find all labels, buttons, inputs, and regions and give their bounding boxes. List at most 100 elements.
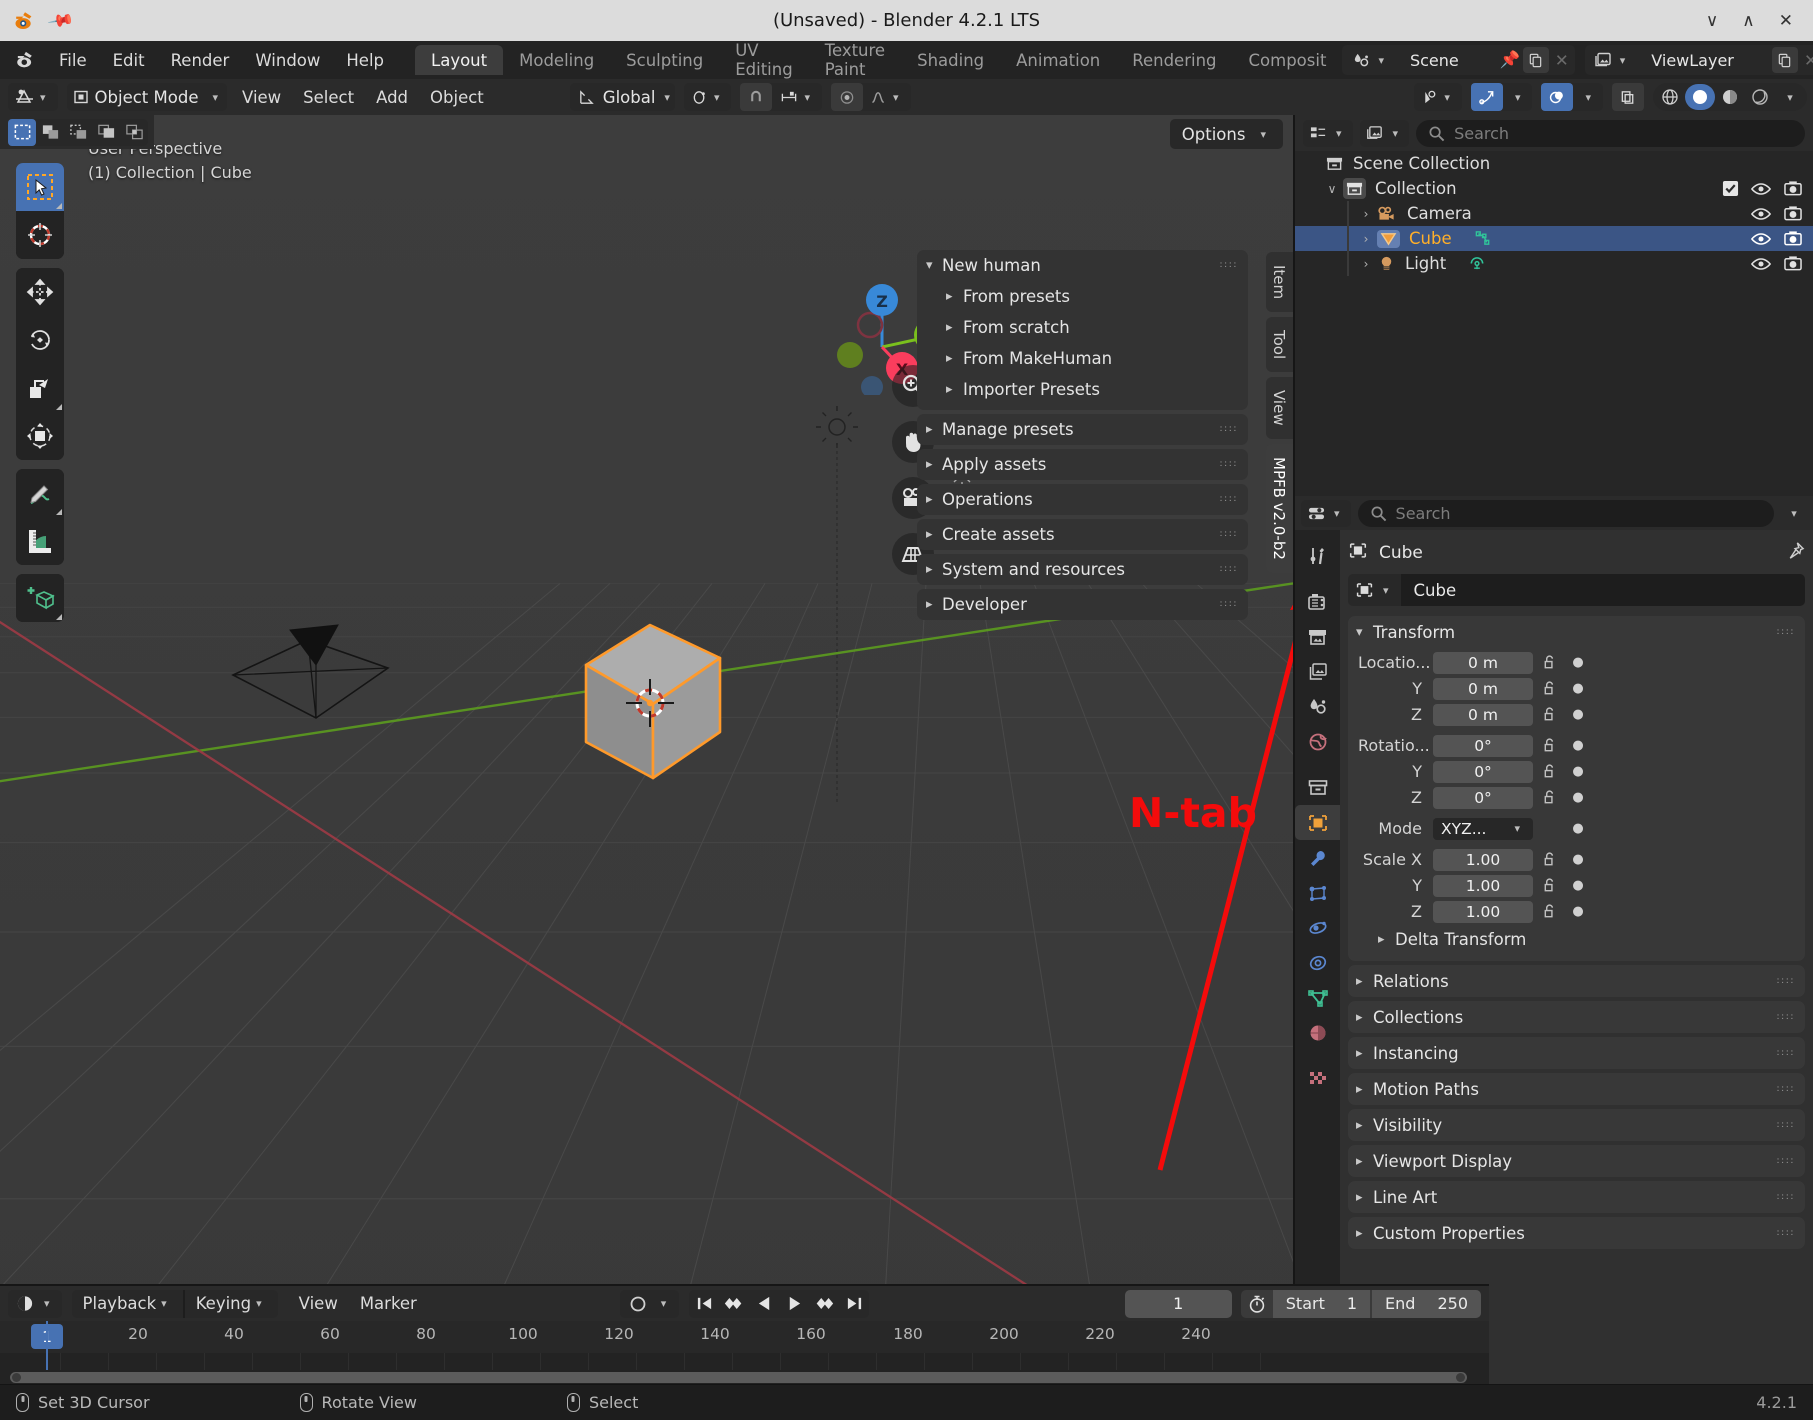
camera-icon[interactable] <box>1783 255 1803 272</box>
move-tool[interactable] <box>16 268 64 316</box>
visibility-panel[interactable]: ▸ Visibility :::: <box>1348 1109 1805 1141</box>
timeline-scrollbar-area[interactable] <box>0 1370 1489 1384</box>
pin-icon[interactable]: 📌 <box>46 6 75 35</box>
properties-tab-texture[interactable] <box>1295 1061 1340 1096</box>
magnet-icon[interactable] <box>740 83 773 111</box>
animate-dot-icon[interactable]: ● <box>1567 707 1589 722</box>
properties-tab-object[interactable] <box>1295 805 1340 840</box>
lock-icon[interactable] <box>1533 680 1567 697</box>
properties-tab-particles[interactable] <box>1295 875 1340 910</box>
timeline-ruler[interactable]: 1 20 40 60 80 100 120 140 160 180 200 22… <box>0 1321 1489 1353</box>
npanel-sub-from-scratch[interactable]: ▸ From scratch <box>917 312 1248 343</box>
location-y-field[interactable]: 0 m <box>1433 677 1533 700</box>
maximize-button[interactable]: ∧ <box>1742 11 1754 31</box>
properties-filter-dropdown[interactable]: ▾ <box>1781 507 1807 520</box>
viewport-display-panel[interactable]: ▸ Viewport Display :::: <box>1348 1145 1805 1177</box>
properties-tab-tool[interactable] <box>1295 538 1340 573</box>
instancing-panel-header[interactable]: ▸ Instancing :::: <box>1348 1037 1805 1069</box>
npanel-header-create-assets[interactable]: ▸ Create assets :::: <box>917 519 1248 550</box>
tab-modeling[interactable]: Modeling <box>503 45 610 75</box>
drag-handle-icon[interactable]: :::: <box>1776 1084 1795 1094</box>
npanel-section-manage-presets[interactable]: ▸ Manage presets :::: <box>917 414 1248 445</box>
timeline-menu-keying[interactable]: Keying ▾ <box>182 1289 278 1318</box>
orientation-icon[interactable] <box>570 83 603 111</box>
animate-dot-icon[interactable]: ● <box>1567 764 1589 779</box>
location-z-field[interactable]: 0 m <box>1433 703 1533 726</box>
scene-new-icon[interactable] <box>1522 47 1549 73</box>
animate-dot-icon[interactable]: ● <box>1567 738 1589 753</box>
timeline-menu-view[interactable]: View <box>288 1294 349 1313</box>
frame-start-cell[interactable]: Start 1 <box>1272 1289 1371 1318</box>
custom-properties-panel[interactable]: ▸ Custom Properties :::: <box>1348 1217 1805 1249</box>
eye-icon[interactable] <box>1751 256 1771 272</box>
pin-icon[interactable] <box>1786 541 1805 565</box>
scale-y-field[interactable]: 1.00 <box>1433 874 1533 897</box>
snap-increment-icon[interactable]: ▾ <box>772 83 822 111</box>
overlays-group[interactable]: ▾ <box>1541 83 1603 111</box>
properties-search-input[interactable]: Search <box>1357 499 1774 527</box>
drag-handle-icon[interactable]: :::: <box>1776 627 1795 637</box>
outliner-display-mode-icon[interactable]: ▾ <box>1359 119 1410 147</box>
tab-animation[interactable]: Animation <box>1000 45 1116 75</box>
motion-paths-panel-header[interactable]: ▸ Motion Paths :::: <box>1348 1073 1805 1105</box>
wireframe-shading-icon[interactable] <box>1655 84 1685 110</box>
menubar-blender-icon[interactable] <box>0 41 46 79</box>
editor-type-icon[interactable]: ▾ <box>8 83 58 111</box>
npanel-section-apply-assets[interactable]: ▸ Apply assets :::: <box>917 449 1248 480</box>
cursor-tool[interactable] <box>16 211 64 259</box>
lock-icon[interactable] <box>1533 737 1567 754</box>
npanel-sub-from-makehuman[interactable]: ▸ From MakeHuman <box>917 343 1248 374</box>
properties-tab-data[interactable] <box>1295 980 1340 1015</box>
visibility-panel-header[interactable]: ▸ Visibility :::: <box>1348 1109 1805 1141</box>
drag-handle-icon[interactable]: :::: <box>1776 1012 1795 1022</box>
camera-icon[interactable] <box>1783 230 1803 247</box>
tab-compositing[interactable]: Composit <box>1233 45 1343 75</box>
drag-handle-icon[interactable]: :::: <box>1219 425 1238 434</box>
viewlayer-selector[interactable]: ▾ ViewLayer ✕ <box>1584 45 1813 75</box>
close-button[interactable]: ✕ <box>1779 11 1793 31</box>
npanel-header-apply-assets[interactable]: ▸ Apply assets :::: <box>917 449 1248 480</box>
line-art-panel-header[interactable]: ▸ Line Art :::: <box>1348 1181 1805 1213</box>
toggle-xray-icon[interactable] <box>1612 83 1644 111</box>
visibility-selector[interactable]: ▾ <box>1414 83 1462 111</box>
mesh-data-icon[interactable] <box>1474 230 1492 247</box>
camera-icon[interactable] <box>1783 180 1803 197</box>
drag-handle-icon[interactable]: :::: <box>1776 1156 1795 1166</box>
proportional-edit-icon[interactable] <box>831 83 864 111</box>
viewport-display-panel-header[interactable]: ▸ Viewport Display :::: <box>1348 1145 1805 1177</box>
expand-cube-icon[interactable]: › <box>1355 232 1377 246</box>
outliner-row-light[interactable]: › Light <box>1295 251 1813 276</box>
outliner-editor-type-icon[interactable]: ▾ <box>1303 119 1353 147</box>
outliner-search-input[interactable]: Search <box>1416 119 1805 147</box>
tab-texture-paint[interactable]: Texture Paint <box>809 41 901 79</box>
tab-uv-editing[interactable]: UV Editing <box>719 41 808 79</box>
delta-transform-row[interactable]: ▸ Delta Transform <box>1358 925 1795 953</box>
animate-dot-icon[interactable]: ● <box>1567 852 1589 867</box>
line-art-panel[interactable]: ▸ Line Art :::: <box>1348 1181 1805 1213</box>
viewport-menu-select[interactable]: Select <box>292 83 365 111</box>
rendered-shading-icon[interactable] <box>1745 84 1775 110</box>
scene-selector[interactable]: ▾ Scene 📌 ✕ <box>1342 45 1575 75</box>
object-name-field[interactable]: Cube <box>1400 574 1805 606</box>
properties-tab-collection[interactable] <box>1295 770 1340 805</box>
drag-handle-icon[interactable]: :::: <box>1776 1048 1795 1058</box>
timeline-menu-playback[interactable]: Playback ▾ <box>72 1290 183 1318</box>
relations-panel-header[interactable]: ▸ Relations :::: <box>1348 965 1805 997</box>
drag-handle-icon[interactable]: :::: <box>1776 1192 1795 1202</box>
transform-orientation-selector[interactable]: Global ▾ <box>569 83 675 111</box>
camera-icon[interactable] <box>1783 205 1803 222</box>
current-frame-field[interactable]: 1 <box>1124 1289 1232 1318</box>
transform-panel-header[interactable]: ▾ Transform :::: <box>1348 616 1805 648</box>
collections-panel[interactable]: ▸ Collections :::: <box>1348 1001 1805 1033</box>
timeline-scrollbar[interactable] <box>10 1372 1467 1384</box>
lock-icon[interactable] <box>1533 789 1567 806</box>
drag-handle-icon[interactable]: :::: <box>1219 565 1238 574</box>
menu-help[interactable]: Help <box>333 41 397 79</box>
animate-dot-icon[interactable]: ● <box>1567 821 1589 836</box>
show-overlays-icon[interactable] <box>1541 83 1574 111</box>
viewlayer-name[interactable]: ViewLayer <box>1637 51 1772 70</box>
properties-tab-viewlayer[interactable] <box>1295 654 1340 689</box>
animate-dot-icon[interactable]: ● <box>1567 655 1589 670</box>
play-icon[interactable] <box>779 1290 809 1318</box>
npanel-sub-importer-presets[interactable]: ▸ Importer Presets <box>917 374 1248 405</box>
